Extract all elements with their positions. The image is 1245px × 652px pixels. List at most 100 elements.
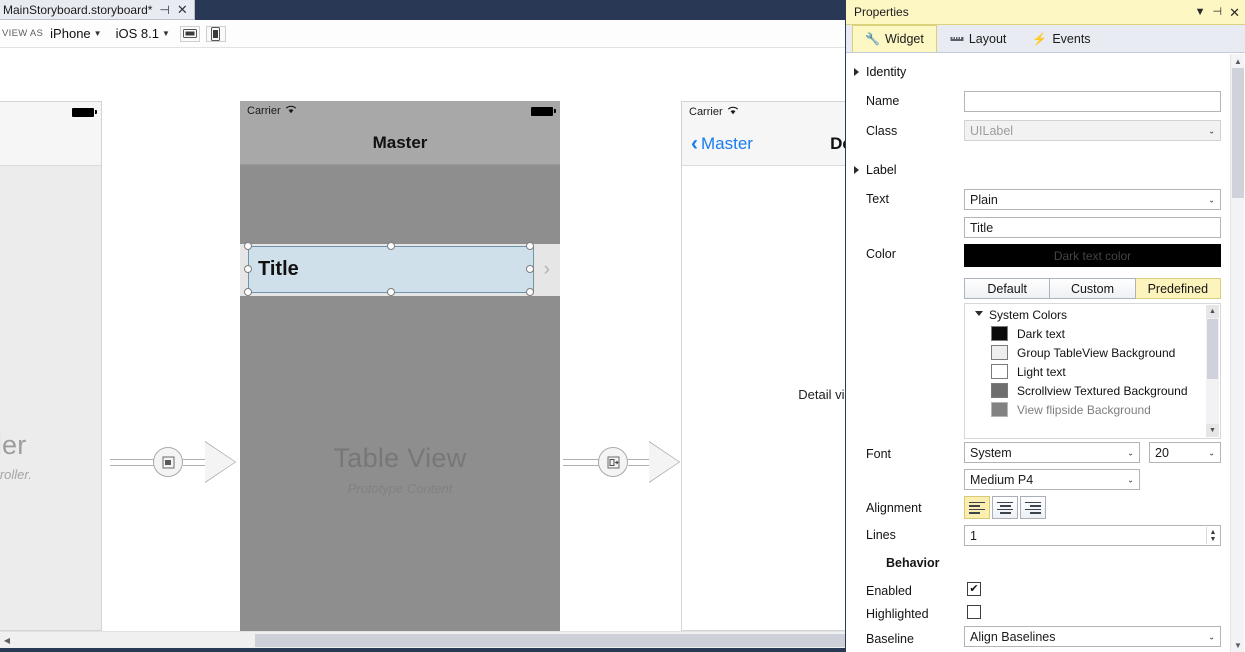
- horizontal-scroll-thumb[interactable]: [255, 634, 845, 647]
- tableview-subtitle: Prototype Content: [347, 481, 453, 496]
- master-carrier-group: Carrier: [247, 105, 297, 117]
- expander-triangle-icon: [975, 310, 983, 320]
- section-label[interactable]: Label: [846, 163, 897, 177]
- expander-triangle-icon: [854, 166, 859, 174]
- properties-pad-title: Properties: [854, 5, 909, 19]
- storyboard-canvas[interactable]: troller iew controller.: [0, 48, 845, 631]
- navctrl-nav-bar: [0, 122, 101, 166]
- color-swatch-text: Dark text color: [1053, 248, 1132, 263]
- master-scene[interactable]: Carrier Master: [240, 101, 560, 631]
- font-style-dropdown[interactable]: Medium P4 ⌄: [964, 469, 1140, 490]
- enabled-label: Enabled: [866, 584, 912, 598]
- system-colors-scrollbar[interactable]: ▲ ▼: [1206, 305, 1219, 437]
- color-item-dark-text[interactable]: Dark text: [965, 324, 1220, 343]
- scroll-up-arrow[interactable]: ▲: [1206, 305, 1219, 318]
- navigation-controller-scene[interactable]: troller iew controller.: [0, 101, 102, 631]
- baseline-dropdown[interactable]: Align Baselines ⌄: [964, 626, 1221, 647]
- resize-handle-top-center[interactable]: [387, 242, 395, 250]
- chevron-down-icon[interactable]: ▼: [1195, 6, 1206, 18]
- properties-vertical-scrollbar[interactable]: ▲ ▼: [1230, 54, 1244, 652]
- device-dropdown[interactable]: iPhone ▼: [43, 26, 108, 41]
- close-icon[interactable]: ✕: [1229, 6, 1240, 19]
- color-swatch-light-text: [991, 364, 1008, 379]
- lightning-icon: ⚡: [1032, 32, 1048, 46]
- color-item-scrollview-textured-background[interactable]: Scrollview Textured Background: [965, 381, 1220, 400]
- chevron-down-icon: ⌄: [1208, 195, 1215, 204]
- portrait-orientation-icon[interactable]: [205, 25, 226, 42]
- chevron-down-icon: ⌄: [1208, 448, 1215, 457]
- resize-handle-bottom-center[interactable]: [387, 288, 395, 296]
- color-item-light-text[interactable]: Light text: [965, 362, 1220, 381]
- stepper-down-arrow[interactable]: ▼: [1210, 536, 1217, 543]
- system-colors-header[interactable]: System Colors: [965, 304, 1220, 324]
- ruler-icon: [950, 33, 964, 45]
- lines-stepper-arrows[interactable]: ▲ ▼: [1206, 527, 1219, 544]
- tab-widget[interactable]: 🔧 Widget: [852, 25, 937, 52]
- section-identity-label: Identity: [866, 65, 907, 79]
- properties-body: Identity Name Class UILabel ⌄ Label Text…: [846, 54, 1245, 652]
- color-item-label: Group TableView Background: [1017, 345, 1176, 360]
- alignment-button-group[interactable]: [964, 496, 1046, 519]
- document-tab-strip: MainStoryboard.storyboard* ⊣ ✕: [0, 0, 845, 20]
- lines-value: 1: [970, 528, 977, 543]
- section-identity[interactable]: Identity: [846, 65, 906, 79]
- pin-icon[interactable]: ⊣: [159, 4, 169, 16]
- align-center-button[interactable]: [992, 496, 1018, 519]
- color-mode-default[interactable]: Default: [964, 278, 1051, 299]
- tab-events[interactable]: ⚡ Events: [1019, 25, 1103, 52]
- color-item-view-flipside-background[interactable]: View flipside Background: [965, 400, 1220, 419]
- properties-scroll-thumb[interactable]: [1232, 68, 1244, 198]
- canvas-horizontal-scrollbar[interactable]: ◀: [0, 631, 845, 648]
- os-version-dropdown[interactable]: iOS 8.1 ▼: [109, 26, 177, 41]
- chevron-down-icon: ⌄: [1208, 126, 1215, 135]
- font-size-dropdown[interactable]: 20 ⌄: [1149, 442, 1221, 463]
- color-mode-segmented-control[interactable]: Default Custom Predefined: [964, 278, 1221, 299]
- text-value-input[interactable]: Title: [964, 217, 1221, 238]
- system-colors-scroll-thumb[interactable]: [1207, 319, 1218, 379]
- system-colors-list[interactable]: System Colors Dark text Group TableView …: [964, 303, 1221, 439]
- color-swatch-button[interactable]: Dark text color: [964, 244, 1221, 267]
- detail-status-bar: Carrier: [682, 102, 845, 122]
- enabled-checkbox[interactable]: ✔: [967, 582, 981, 596]
- wifi-icon: [727, 106, 739, 118]
- lines-stepper[interactable]: 1 ▲ ▼: [964, 525, 1221, 546]
- align-right-button[interactable]: [1020, 496, 1046, 519]
- text-type-dropdown[interactable]: Plain ⌄: [964, 189, 1221, 210]
- baseline-label: Baseline: [866, 632, 914, 646]
- resize-handle-bottom-left[interactable]: [244, 288, 252, 296]
- tab-events-label: Events: [1052, 32, 1091, 46]
- scroll-down-arrow[interactable]: ▼: [1231, 638, 1245, 652]
- color-mode-predefined[interactable]: Predefined: [1135, 278, 1221, 299]
- class-dropdown[interactable]: UILabel ⌄: [964, 120, 1221, 141]
- color-mode-custom[interactable]: Custom: [1050, 278, 1136, 299]
- color-item-label: Scrollview Textured Background: [1017, 383, 1188, 398]
- detail-scene[interactable]: Carrier ‹ Master De Detail view con: [681, 101, 845, 631]
- align-left-button[interactable]: [964, 496, 990, 519]
- scroll-up-arrow[interactable]: ▲: [1231, 54, 1245, 68]
- resize-handle-top-right[interactable]: [526, 242, 534, 250]
- resize-handle-middle-left[interactable]: [244, 265, 252, 273]
- properties-tab-bar: 🔧 Widget Layout ⚡ Events: [846, 25, 1245, 53]
- pin-icon[interactable]: ⊣: [1213, 6, 1223, 18]
- tab-layout[interactable]: Layout: [937, 25, 1020, 52]
- name-label: Name: [866, 94, 900, 108]
- segue-badge-icon[interactable]: [598, 447, 628, 477]
- tab-widget-label: Widget: [884, 32, 924, 46]
- chevron-right-icon: ›: [543, 259, 550, 280]
- close-icon[interactable]: ✕: [177, 3, 188, 16]
- properties-pad-title-bar: Properties ▼ ⊣ ✕: [846, 0, 1245, 25]
- resize-handle-middle-right[interactable]: [526, 265, 534, 273]
- resize-handle-top-left[interactable]: [244, 242, 252, 250]
- landscape-orientation-icon[interactable]: [179, 25, 200, 42]
- highlighted-checkbox[interactable]: [967, 605, 981, 619]
- font-family-dropdown[interactable]: System ⌄: [964, 442, 1140, 463]
- segue-badge-icon[interactable]: [153, 447, 183, 477]
- stepper-up-arrow[interactable]: ▲: [1210, 529, 1217, 536]
- color-item-group-tableview-background[interactable]: Group TableView Background: [965, 343, 1220, 362]
- scroll-left-arrow[interactable]: ◀: [0, 632, 14, 648]
- name-input[interactable]: [964, 91, 1221, 112]
- chevron-down-icon: ▼: [93, 29, 102, 38]
- resize-handle-bottom-right[interactable]: [526, 288, 534, 296]
- document-tab-mainstoryboard[interactable]: MainStoryboard.storyboard* ⊣ ✕: [0, 0, 195, 20]
- scroll-down-arrow[interactable]: ▼: [1206, 424, 1219, 437]
